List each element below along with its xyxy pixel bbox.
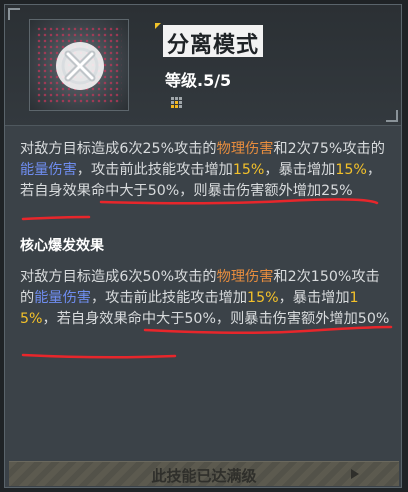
core-burst-description: 对敌方目标造成6次50%攻击的物理伤害和2次150%攻击的能量伤害，攻击前此技能… xyxy=(20,269,390,327)
grid-icon xyxy=(171,97,183,109)
skill-header: 分离模式 等级.5/5 xyxy=(5,5,401,126)
max-level-button[interactable]: 此技能已达满级 xyxy=(9,461,399,486)
skill-title: 分离模式 xyxy=(167,33,260,58)
energy-damage-term: 能量伤害 xyxy=(34,290,91,306)
percent-value: 15% xyxy=(247,290,279,306)
corner-decoration xyxy=(8,8,20,20)
max-level-label: 此技能已达满级 xyxy=(151,467,257,485)
energy-damage-term: 能量伤害 xyxy=(20,162,77,178)
physical-damage-term: 物理伤害 xyxy=(216,141,274,157)
percent-value: 15% xyxy=(232,162,265,178)
skill-tooltip-panel: 分离模式 等级.5/5 对敌方目标造成6次25%攻击的物理伤害和2次75%攻击的… xyxy=(4,4,402,488)
skill-icon-frame xyxy=(29,19,129,111)
physical-damage-term: 物理伤害 xyxy=(216,269,274,285)
title-accent xyxy=(155,23,161,29)
skill-description: 对敌方目标造成6次25%攻击的物理伤害和2次75%攻击的能量伤害，攻击前此技能攻… xyxy=(20,141,385,199)
skill-x-icon xyxy=(56,42,104,90)
arrow-right-icon xyxy=(351,469,359,479)
corner-decoration xyxy=(386,110,398,122)
skill-level: 等级.5/5 xyxy=(165,71,232,90)
core-burst-title: 核心爆发效果 xyxy=(20,238,104,254)
percent-value: 15% xyxy=(335,162,367,178)
